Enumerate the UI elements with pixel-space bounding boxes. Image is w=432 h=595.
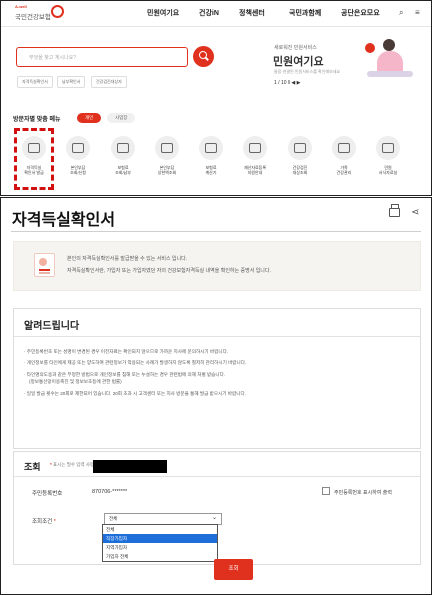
resident-number-value: 870706-*******: [92, 489, 128, 495]
premium-icon: [111, 136, 135, 160]
nav-health-in[interactable]: 건강iN: [199, 8, 219, 18]
service-family[interactable]: 가족 건강관리: [324, 136, 364, 175]
query-button[interactable]: 조회: [214, 559, 253, 580]
logo-tagline: A-well: [15, 4, 27, 9]
query-title: 조회: [24, 462, 41, 472]
chevron-down-icon: ⌄: [211, 515, 217, 521]
forms-icon: [376, 136, 400, 160]
show-resident-label[interactable]: 주민등록번호 표시하여 출력: [334, 489, 392, 496]
logo-ring-icon: [51, 5, 64, 18]
notice-item: (정보통신망이용촉진 및 정보보호등에 관한 법률): [29, 379, 122, 385]
service-label: 본인부담 조회/신청: [70, 165, 86, 175]
nav-minwon[interactable]: 민원여기요: [147, 8, 179, 18]
service-forms[interactable]: 민원 서식자료실: [368, 136, 408, 175]
logo-name: 국민건강보험: [15, 14, 51, 21]
site-header: A-well 국민건강보험 민원여기요 건강iN 정책센터 국민과함께 공단은요…: [1, 1, 431, 27]
service-checkup[interactable]: 건강검진 대상조회: [280, 136, 320, 175]
family-icon: [332, 136, 356, 160]
query-divider: [14, 476, 420, 477]
nav-about[interactable]: 공단은요모요: [341, 8, 380, 18]
show-resident-checkbox[interactable]: [322, 487, 330, 495]
dropdown-option[interactable]: 가입자 전체: [103, 552, 217, 561]
print-icon[interactable]: [389, 204, 400, 217]
banner-title[interactable]: 민원여기요: [273, 53, 324, 69]
dropdown-option[interactable]: 지역가입자: [103, 543, 217, 552]
share-icon[interactable]: ⋖: [411, 207, 419, 218]
banner-illustration: [363, 37, 421, 85]
condition-dropdown-list[interactable]: 전체 직장가입자 지역가입자 가입자 전체: [102, 524, 218, 562]
intro-text: 자격득실확인서란, 가입자 또는 가입자였던 자의 건강보험자격득실 내역을 확…: [67, 268, 271, 274]
notice-list: · 주민등록번호 또는 성명이 변경된 경우 이전자료는 확인되지 않으므로 가…: [24, 349, 246, 402]
resident-number-label: 주민등록번호: [32, 491, 63, 497]
notice-item: · 일일 발급 횟수는 20회로 제한되어 있습니다. 20회 초과 시 고객센…: [24, 390, 246, 396]
title-divider: [11, 231, 421, 232]
tab-individual[interactable]: 개인: [77, 113, 102, 123]
dropdown-option[interactable]: 전체: [103, 525, 217, 534]
quick-tag[interactable]: 건강검진대상자: [91, 76, 127, 88]
tab-business[interactable]: 사업장: [107, 113, 136, 123]
service-label: 보험료 계산기: [205, 165, 217, 175]
menu-icon[interactable]: ≡: [415, 8, 420, 17]
custom-menu-title: 방문자별 맞춤 메뉴: [13, 117, 61, 123]
banner-description: 통합·연결된 민원서비스를 확인해보세요: [274, 69, 341, 74]
banner-pager[interactable]: 1 / 10 ‖ ◀ ▶: [274, 80, 300, 86]
service-label: 건강검진 대상조회: [292, 165, 308, 175]
certificate-page-screenshot: 자격득실확인서 ⋖ 본인의 자격득실확인서를 발급받을 수 있는 서비스 입니다…: [0, 197, 432, 595]
search-input[interactable]: 무엇을 찾고 계시나요?: [16, 47, 188, 67]
notice-item: · 타인명의도용과 같은 부정한 방법으로 개인정보를 침해 또는 누설하는 경…: [24, 371, 226, 377]
condition-label: 조회조건 *: [32, 519, 56, 525]
nav-policy-center[interactable]: 정책센터: [239, 8, 265, 18]
service-label: 민원 서식자료실: [378, 165, 398, 175]
notice-section: 알려드립니다 · 주민등록번호 또는 성명이 변경된 경우 이전자료는 확인되지…: [13, 308, 421, 449]
service-premium[interactable]: 보험료 조회/납부: [103, 136, 143, 175]
service-copay[interactable]: 본인부담 조회/신청: [58, 136, 98, 175]
service-calculator[interactable]: 보험료 계산기: [191, 136, 231, 175]
notice-divider: [14, 336, 420, 337]
intro-text: 본인의 자격득실확인서를 발급받을 수 있는 서비스 입니다.: [67, 256, 188, 262]
checkup-icon: [288, 136, 312, 160]
service-label: 본인부담 상한액조회: [157, 165, 177, 175]
dropdown-option-selected[interactable]: 직장가입자: [103, 534, 217, 543]
quick-tag[interactable]: 자격득실확인서: [17, 76, 53, 88]
page-title: 자격득실확인서: [12, 212, 116, 229]
banner-subtitle: 새로워진 민원서비스: [274, 45, 317, 51]
home-screenshot: A-well 국민건강보험 민원여기요 건강iN 정책센터 국민과함께 공단은요…: [0, 0, 432, 196]
notice-item: · 개인정보를 타인에게 제공 또는 양도하여 관련정보가 악용되는 사례가 발…: [24, 360, 247, 366]
search-icon[interactable]: ⌕: [399, 8, 403, 18]
notice-item: · 주민등록번호 또는 성명이 변경된 경우 이전자료는 확인되지 않으므로 가…: [24, 349, 229, 354]
service-property[interactable]: 재산자료등록 지원안내: [235, 136, 275, 175]
intro-box: 본인의 자격득실확인서를 발급받을 수 있는 서비스 입니다. 자격득실확인서란…: [13, 241, 421, 291]
service-ceiling[interactable]: 본인부담 상한액조회: [147, 136, 187, 175]
service-label: 가족 건강관리: [336, 165, 352, 175]
service-label: 재산자료등록 지원안내: [243, 165, 267, 175]
search-placeholder: 무엇을 찾고 계시나요?: [29, 55, 76, 61]
notice-title: 알려드립니다: [24, 321, 80, 332]
nhis-logo[interactable]: A-well 국민건강보험: [15, 4, 75, 24]
document-icon: [34, 253, 55, 277]
select-value: 전체: [109, 516, 118, 521]
nav-with-people[interactable]: 국민과함께: [289, 8, 321, 18]
calculator-icon: [199, 136, 223, 160]
copay-icon: [66, 136, 90, 160]
ceiling-icon: [155, 136, 179, 160]
quick-tag[interactable]: 납부확인서: [57, 76, 86, 88]
property-icon: [243, 136, 267, 160]
highlight-box: [14, 128, 54, 190]
service-label: 보험료 조회/납부: [115, 165, 131, 175]
redaction-bar: [93, 460, 167, 473]
search-button[interactable]: [193, 46, 214, 67]
